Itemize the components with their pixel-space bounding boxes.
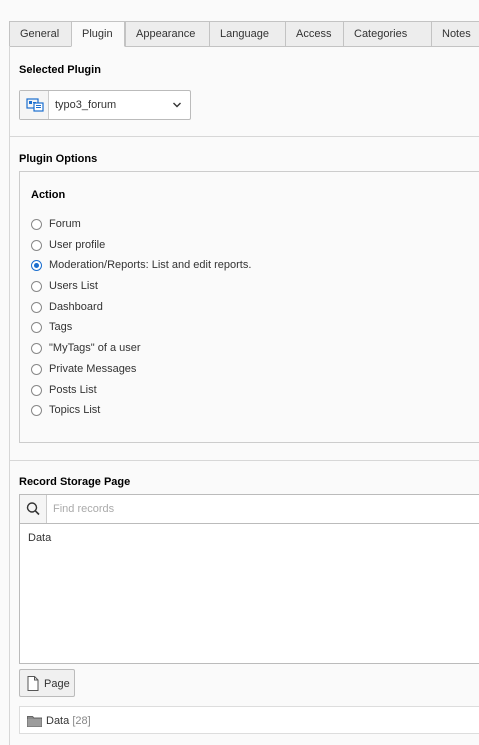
plugin-icon — [20, 91, 49, 119]
radio-label: Private Messages — [49, 363, 137, 375]
radio-option-tags[interactable]: Tags — [31, 319, 72, 335]
radio-label: "MyTags" of a user — [49, 342, 141, 354]
radio-option-moderation[interactable]: Moderation/Reports: List and edit report… — [31, 257, 251, 273]
radio-label: Topics List — [49, 404, 101, 416]
record-label: Data [28] — [46, 715, 91, 727]
radio-label: Tags — [49, 321, 73, 333]
record-search — [19, 494, 479, 524]
radio-label: Posts List — [49, 384, 97, 396]
list-item[interactable]: Data — [28, 532, 51, 544]
record-storage-title: Record Storage Page — [19, 476, 131, 488]
radio-label: User profile — [49, 239, 106, 251]
page-button-label: Page — [44, 678, 70, 690]
tab-notes[interactable]: Notes — [431, 21, 479, 47]
selected-record-row: Data [28] — [19, 706, 479, 734]
radio-option-private-messages[interactable]: Private Messages — [31, 361, 136, 377]
radio-button[interactable] — [31, 239, 42, 251]
tab-categories[interactable]: Categories — [343, 21, 431, 47]
chevron-down-icon — [172, 100, 182, 113]
radio-button[interactable] — [31, 363, 42, 375]
tab-appearance[interactable]: Appearance — [125, 21, 209, 47]
radio-button[interactable] — [31, 404, 42, 416]
radio-button[interactable] — [31, 342, 42, 354]
record-count: [28] — [72, 715, 91, 727]
radio-option-forum[interactable]: Forum — [31, 216, 81, 232]
radio-label: Forum — [49, 218, 81, 230]
records-list[interactable]: Data — [19, 524, 479, 664]
radio-option-topics-list[interactable]: Topics List — [31, 402, 100, 418]
search-icon[interactable] — [20, 495, 47, 523]
folder-icon — [27, 715, 42, 730]
tab-general[interactable]: General — [9, 21, 71, 47]
radio-button[interactable] — [31, 384, 42, 396]
radio-option-mytags[interactable]: "MyTags" of a user — [31, 340, 141, 356]
radio-label: Dashboard — [49, 301, 103, 313]
plugin-select[interactable]: typo3_forum — [19, 90, 191, 120]
tab-bar: General Plugin Appearance Language Acces… — [9, 0, 479, 47]
tab-access[interactable]: Access — [285, 21, 343, 47]
panel-left-border — [9, 46, 10, 745]
radio-button[interactable] — [31, 301, 42, 313]
plugin-options-box: Action Forum User profile Moderation/Rep… — [19, 171, 479, 443]
selected-plugin-title: Selected Plugin — [19, 64, 101, 76]
section-divider — [9, 136, 479, 137]
radio-button[interactable] — [31, 259, 42, 271]
radio-option-user-profile[interactable]: User profile — [31, 237, 105, 253]
page-icon — [27, 676, 39, 694]
page-button[interactable]: Page — [19, 669, 75, 697]
plugin-options-title: Plugin Options — [19, 153, 98, 165]
tab-language[interactable]: Language — [209, 21, 285, 47]
radio-button[interactable] — [31, 218, 42, 230]
radio-label: Moderation/Reports: List and edit report… — [49, 259, 252, 271]
section-divider — [9, 460, 479, 461]
radio-button[interactable] — [31, 280, 42, 292]
plugin-select-value: typo3_forum — [55, 99, 117, 111]
action-label: Action — [31, 189, 66, 201]
radio-button[interactable] — [31, 321, 42, 333]
radio-option-dashboard[interactable]: Dashboard — [31, 299, 103, 315]
search-input[interactable] — [48, 495, 479, 523]
radio-option-users-list[interactable]: Users List — [31, 278, 98, 294]
tab-plugin[interactable]: Plugin — [71, 21, 125, 47]
radio-option-posts-list[interactable]: Posts List — [31, 382, 97, 398]
radio-label: Users List — [49, 280, 98, 292]
